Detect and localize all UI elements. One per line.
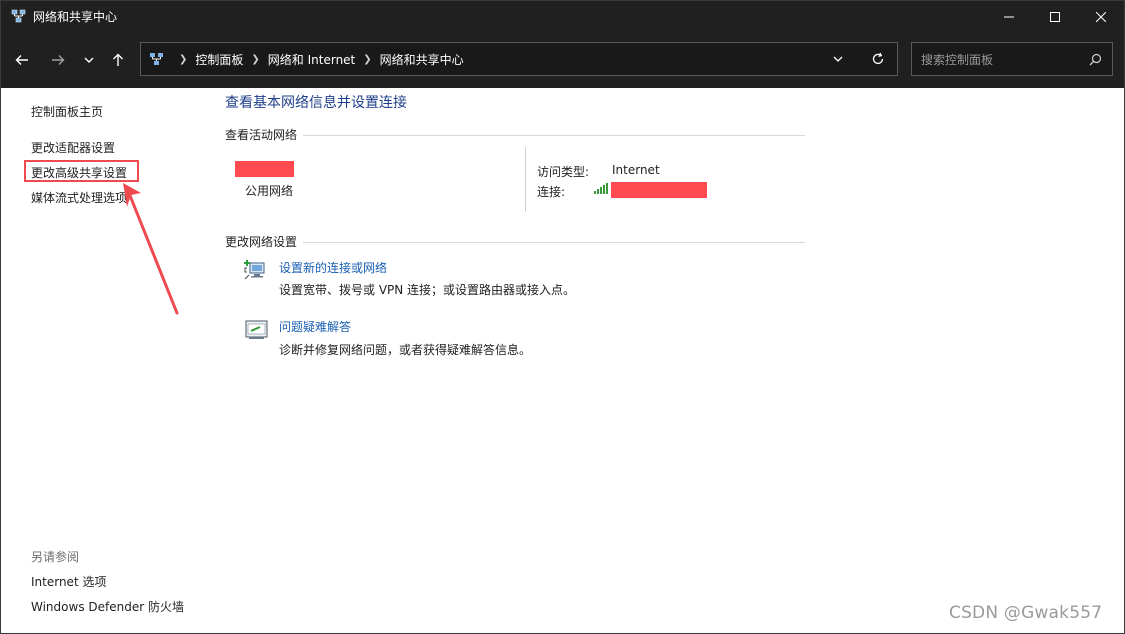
- control-panel-icon: [150, 53, 163, 65]
- window-title: 网络和共享中心: [33, 10, 118, 24]
- breadcrumb-item-network-sharing-center[interactable]: 网络和共享中心: [380, 51, 464, 68]
- wifi-signal-icon: [594, 183, 608, 194]
- arrow-left-icon: [15, 55, 28, 65]
- refresh-icon[interactable]: [871, 52, 885, 66]
- see-also-internet-options[interactable]: Internet 选项: [31, 573, 106, 590]
- sidebar-change-adapter-settings[interactable]: 更改适配器设置: [31, 139, 115, 156]
- access-type-value: Internet: [612, 163, 660, 177]
- network-type-link[interactable]: 公用网络: [245, 182, 293, 199]
- recent-locations-button[interactable]: [76, 47, 102, 73]
- address-dropdown-icon[interactable]: [831, 52, 845, 66]
- search-box: [911, 42, 1113, 77]
- address-bar[interactable]: ❯ 控制面板 ❯ 网络和 Internet ❯ 网络和共享中心: [140, 42, 898, 76]
- search-icon[interactable]: [1089, 53, 1102, 66]
- new-connection-icon: [244, 260, 265, 280]
- watermark-text: CSDN @Gwak557: [949, 603, 1103, 623]
- close-button[interactable]: [1078, 1, 1124, 33]
- back-button[interactable]: [9, 47, 35, 73]
- breadcrumb-separator-icon: ❯: [251, 53, 260, 65]
- arrow-up-icon: [113, 53, 123, 66]
- title-bar: 网络和共享中心: [1, 1, 1124, 33]
- minimize-icon: [1004, 16, 1014, 18]
- breadcrumb-item-control-panel[interactable]: 控制面板: [195, 51, 243, 68]
- chevron-down-icon: [84, 57, 94, 63]
- breadcrumb-separator-icon: ❯: [363, 53, 372, 65]
- forward-button[interactable]: [45, 47, 71, 73]
- see-also-heading: 另请参阅: [31, 550, 80, 564]
- sidebar-control-panel-home[interactable]: 控制面板主页: [31, 103, 103, 120]
- see-also-windows-defender-firewall[interactable]: Windows Defender 防火墙: [31, 598, 184, 615]
- redacted-connection-name: [611, 182, 707, 198]
- navigation-bar: ❯ 控制面板 ❯ 网络和 Internet ❯ 网络和共享中心: [1, 33, 1124, 88]
- section-divider: [225, 242, 805, 243]
- access-type-label: 访问类型:: [537, 165, 590, 179]
- redacted-network-name: [235, 161, 294, 177]
- network-sharing-center-window: 网络和共享中心 ❯ 控制面板 ❯ 网络和 Internet ❯ 网络和共享中心 …: [0, 0, 1125, 634]
- breadcrumb-item-network-internet[interactable]: 网络和 Internet: [268, 51, 355, 68]
- minimize-button[interactable]: [986, 1, 1032, 33]
- troubleshoot-icon: [245, 320, 268, 339]
- close-icon: [1096, 12, 1106, 22]
- troubleshoot-problems-description: 诊断并修复网络问题，或者获得疑难解答信息。: [279, 343, 532, 357]
- active-networks-heading: 查看活动网络: [225, 126, 304, 143]
- change-settings-heading: 更改网络设置: [225, 233, 304, 250]
- section-divider: [225, 135, 805, 136]
- vertical-divider: [525, 147, 526, 212]
- network-center-icon: [11, 9, 26, 23]
- maximize-button[interactable]: [1032, 1, 1078, 33]
- maximize-icon: [1050, 12, 1060, 22]
- connection-label: 连接:: [537, 185, 566, 199]
- search-input[interactable]: [912, 43, 1093, 77]
- breadcrumb-separator-icon: ❯: [179, 53, 188, 65]
- sidebar-media-streaming-options[interactable]: 媒体流式处理选项: [31, 189, 127, 206]
- page-title: 查看基本网络信息并设置连接: [225, 95, 407, 111]
- arrow-right-icon: [52, 55, 65, 65]
- breadcrumb: ❯ 控制面板 ❯ 网络和 Internet ❯ 网络和共享中心: [171, 43, 464, 75]
- up-button[interactable]: [105, 47, 131, 73]
- setup-new-connection-description: 设置宽带、拨号或 VPN 连接；或设置路由器或接入点。: [279, 283, 576, 297]
- troubleshoot-problems-link[interactable]: 问题疑难解答: [279, 318, 351, 335]
- sidebar-change-advanced-sharing[interactable]: 更改高级共享设置: [31, 164, 127, 181]
- setup-new-connection-link[interactable]: 设置新的连接或网络: [279, 259, 387, 276]
